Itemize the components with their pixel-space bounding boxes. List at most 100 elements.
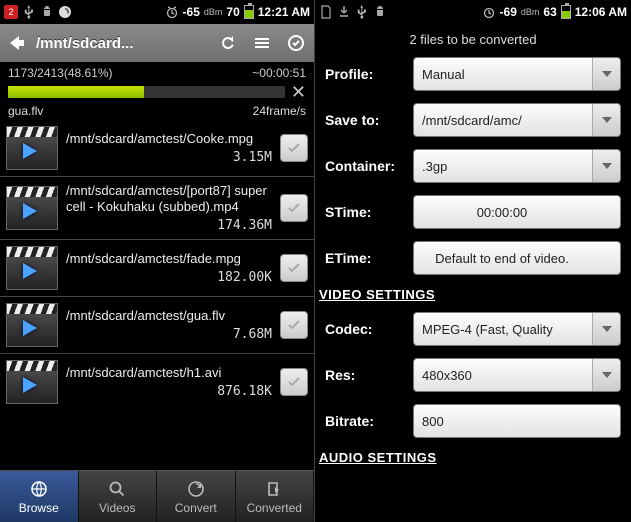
file-info: /mnt/sdcard/amctest/h1.avi 876.18K [66, 365, 272, 400]
search-icon [108, 479, 126, 499]
bitrate-value: 800 [422, 414, 474, 429]
setting-saveto: Save to: /mnt/sdcard/amc/ [325, 103, 621, 137]
notification-badge: 2 [4, 5, 18, 19]
settings-form: Profile: Manual Save to: /mnt/sdcard/amc… [315, 57, 631, 522]
video-thumb [6, 126, 58, 170]
file-path: /mnt/sdcard/amctest/h1.avi [66, 365, 272, 381]
usb-icon [355, 5, 369, 19]
tab-videos[interactable]: Videos [79, 471, 158, 522]
file-checkbox[interactable] [280, 254, 308, 282]
chevron-down-icon[interactable] [592, 58, 620, 90]
file-row[interactable]: /mnt/sdcard/amctest/[port87] supercell -… [0, 176, 314, 239]
alarm-icon [165, 5, 179, 19]
chevron-down-icon[interactable] [592, 313, 620, 345]
chevron-down-icon[interactable] [592, 104, 620, 136]
setting-etime: ETime: Default to end of video. [325, 241, 621, 275]
file-path: /mnt/sdcard/amctest/gua.flv [66, 308, 272, 324]
file-info: /mnt/sdcard/amctest/[port87] supercell -… [66, 183, 272, 233]
video-settings-header: VIDEO SETTINGS [319, 287, 621, 302]
status-bar: -69 dBm 63 12:06 AM [315, 0, 631, 24]
stime-value: 00:00:00 [477, 205, 558, 220]
saveto-value: /mnt/sdcard/amc/ [422, 113, 552, 128]
video-thumb [6, 303, 58, 347]
menu-button[interactable] [248, 29, 276, 57]
file-row[interactable]: /mnt/sdcard/amctest/fade.mpg 182.00K [0, 239, 314, 296]
battery-fill [245, 10, 253, 18]
path-display[interactable]: /mnt/sdcard... [36, 35, 208, 52]
file-size: 876.18K [217, 384, 272, 399]
res-value: 480x360 [422, 368, 502, 383]
chevron-down-icon[interactable] [592, 359, 620, 391]
file-row[interactable]: /mnt/sdcard/amctest/gua.flv 7.68M [0, 296, 314, 353]
tab-label: Convert [175, 501, 217, 515]
etime-value: Default to end of video. [435, 251, 599, 266]
bitrate-control[interactable]: 800 [413, 404, 621, 438]
setting-res: Res: 480x360 [325, 358, 621, 392]
setting-label: STime: [325, 204, 405, 220]
stime-control[interactable]: 00:00:00 [413, 195, 621, 229]
file-checkbox[interactable] [280, 194, 308, 222]
progress-eta: ~00:00:51 [252, 66, 306, 80]
signal-dbm-value: -65 [183, 5, 200, 19]
tab-browse[interactable]: Browse [0, 471, 79, 522]
saveto-control[interactable]: /mnt/sdcard/amc/ [413, 103, 621, 137]
container-control[interactable]: .3gp [413, 149, 621, 183]
tab-label: Videos [99, 501, 135, 515]
tab-label: Converted [247, 501, 302, 515]
file-checkbox[interactable] [280, 311, 308, 339]
chevron-down-icon[interactable] [592, 150, 620, 182]
tab-converted[interactable]: Converted [236, 471, 315, 522]
battery-icon [561, 5, 571, 19]
convert-icon [187, 479, 205, 499]
file-info: /mnt/sdcard/amctest/Cooke.mpg 3.15M [66, 131, 272, 166]
video-thumb [6, 186, 58, 230]
progress-bar [8, 86, 285, 98]
progress-fill [8, 86, 144, 98]
download-icon [337, 5, 351, 19]
setting-container: Container: .3gp [325, 149, 621, 183]
file-path: /mnt/sdcard/amctest/Cooke.mpg [66, 131, 272, 147]
file-size: 7.68M [233, 327, 272, 342]
codec-control[interactable]: MPEG-4 (Fast, Quality [413, 312, 621, 346]
file-size: 182.00K [217, 270, 272, 285]
action-button[interactable] [282, 29, 310, 57]
export-icon [265, 479, 283, 499]
progress-file: gua.flv [8, 104, 43, 118]
res-control[interactable]: 480x360 [413, 358, 621, 392]
file-size: 3.15M [233, 150, 272, 165]
setting-label: Codec: [325, 321, 405, 337]
android-icon [373, 5, 387, 19]
setting-profile: Profile: Manual [325, 57, 621, 91]
audio-settings-header: AUDIO SETTINGS [319, 450, 621, 465]
cancel-button[interactable]: ✕ [291, 83, 306, 101]
refresh-button[interactable] [214, 29, 242, 57]
etime-control[interactable]: Default to end of video. [413, 241, 621, 275]
setting-label: Container: [325, 158, 405, 174]
browser-panel: 2 -65 dBm 70 12:21 AM /mnt/sdcard... [0, 0, 315, 522]
tab-convert[interactable]: Convert [157, 471, 236, 522]
file-checkbox[interactable] [280, 368, 308, 396]
file-list[interactable]: /mnt/sdcard/amctest/Cooke.mpg 3.15M /mnt… [0, 120, 314, 470]
video-thumb [6, 360, 58, 404]
file-row[interactable]: /mnt/sdcard/amctest/Cooke.mpg 3.15M [0, 120, 314, 176]
file-row[interactable]: /mnt/sdcard/amctest/h1.avi 876.18K [0, 353, 314, 410]
back-button[interactable] [4, 30, 30, 56]
video-thumb [6, 246, 58, 290]
alarm-icon [482, 5, 496, 19]
globe-icon [30, 479, 48, 499]
setting-label: Profile: [325, 66, 405, 82]
clock: 12:21 AM [258, 5, 310, 19]
status-bar: 2 -65 dBm 70 12:21 AM [0, 0, 314, 24]
battery-icon [244, 5, 254, 19]
file-checkbox[interactable] [280, 134, 308, 162]
battery-pct: 63 [543, 5, 556, 19]
app-icon [58, 5, 72, 19]
profile-value: Manual [422, 67, 495, 82]
file-info: /mnt/sdcard/amctest/gua.flv 7.68M [66, 308, 272, 343]
codec-value: MPEG-4 (Fast, Quality [422, 322, 583, 337]
setting-label: Save to: [325, 112, 405, 128]
setting-label: ETime: [325, 250, 405, 266]
signal-dbm-value: -69 [500, 5, 517, 19]
profile-control[interactable]: Manual [413, 57, 621, 91]
setting-codec: Codec: MPEG-4 (Fast, Quality [325, 312, 621, 346]
